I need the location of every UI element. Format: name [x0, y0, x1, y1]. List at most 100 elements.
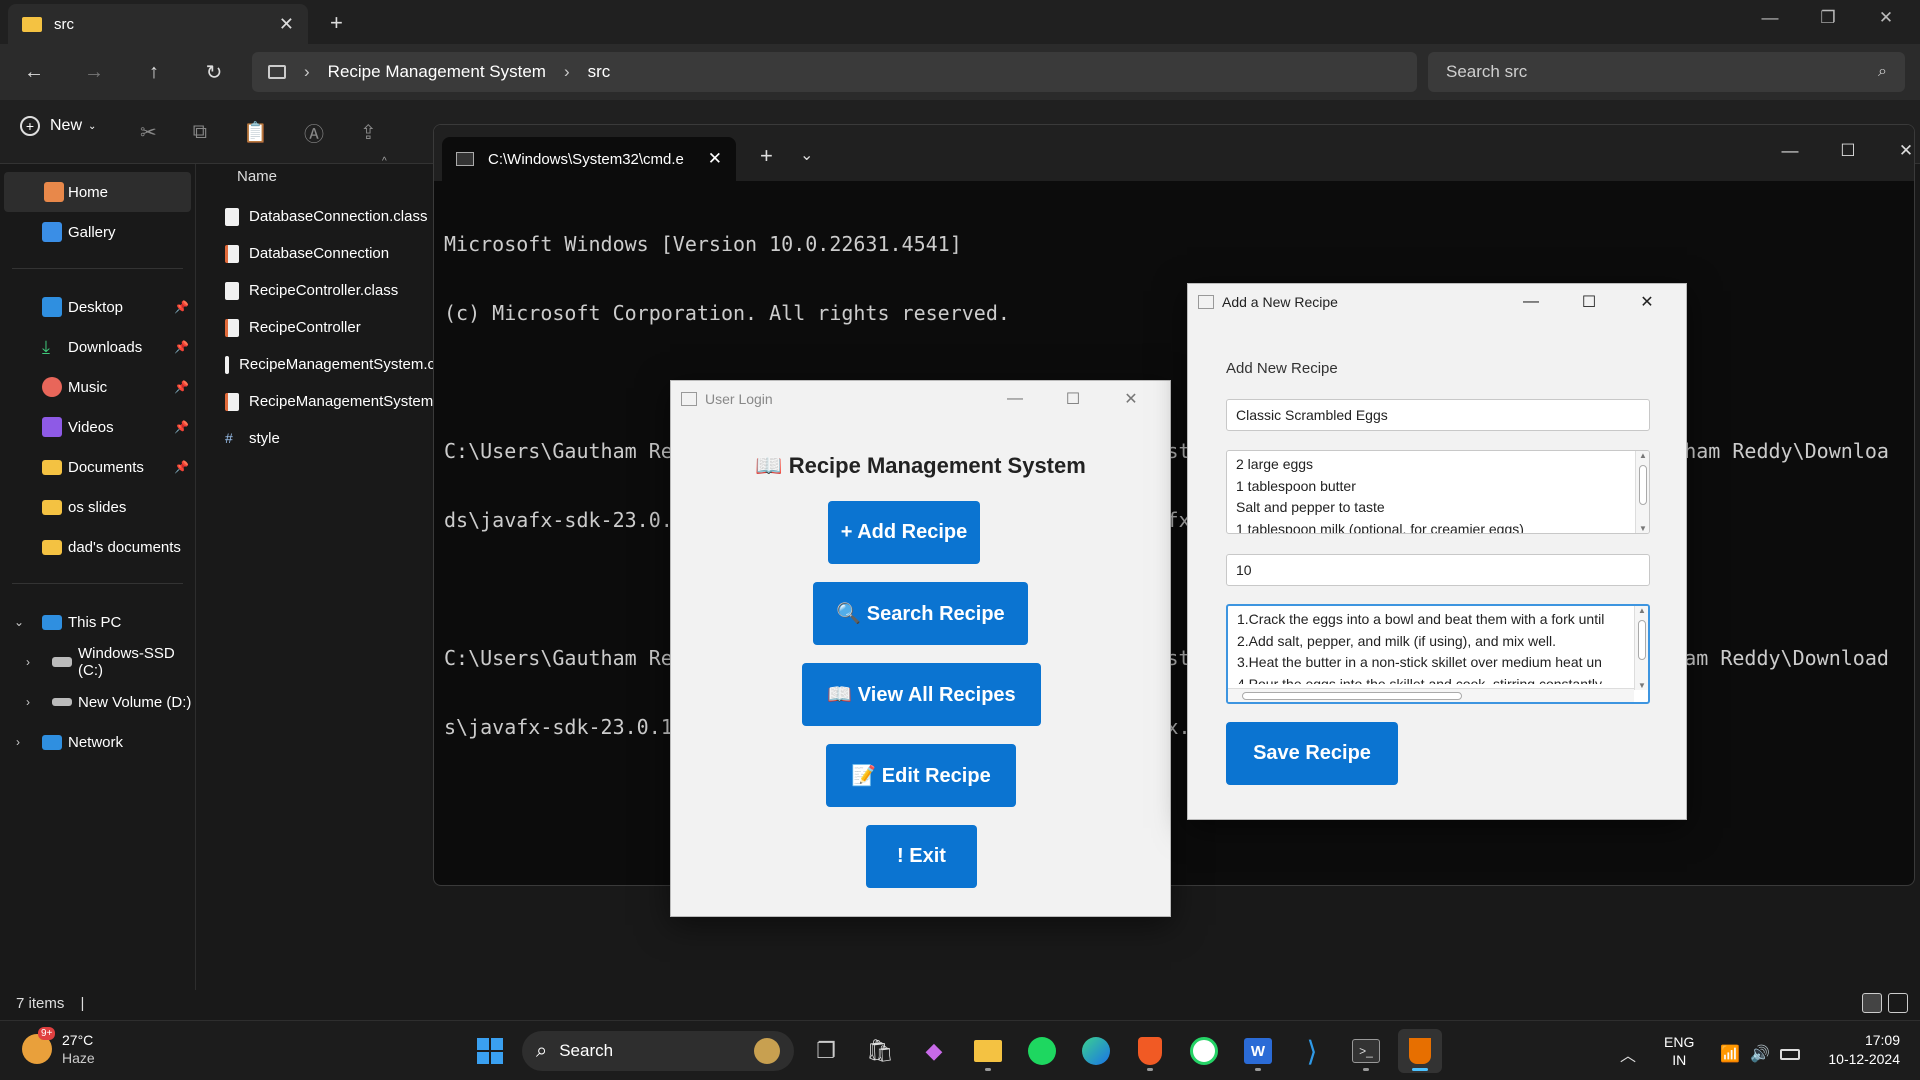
- save-recipe-button[interactable]: Save Recipe: [1226, 722, 1398, 785]
- minimize-icon[interactable]: —: [986, 390, 1044, 408]
- pin-icon[interactable]: 📌: [174, 380, 189, 394]
- scroll-up-icon[interactable]: ▲: [1635, 606, 1648, 615]
- time-field[interactable]: 10: [1226, 554, 1650, 586]
- list-item[interactable]: DatabaseConnection: [205, 235, 435, 272]
- share-icon[interactable]: ⇪: [360, 120, 377, 145]
- close-icon[interactable]: ✕: [1102, 389, 1160, 409]
- sidebar-item-documents[interactable]: Documents 📌: [0, 447, 195, 487]
- scrollbar-thumb[interactable]: [1638, 620, 1646, 660]
- minimize-icon[interactable]: —: [1770, 141, 1810, 161]
- list-item[interactable]: RecipeManagementSystem.c: [205, 346, 435, 383]
- vertical-scrollbar[interactable]: ▲ ▼: [1635, 451, 1649, 533]
- battery-icon[interactable]: [1780, 1048, 1801, 1060]
- minimize-icon[interactable]: —: [1502, 293, 1560, 311]
- scroll-down-icon[interactable]: ▼: [1635, 681, 1648, 690]
- scrollbar-thumb[interactable]: [1639, 465, 1647, 505]
- chevron-up-icon[interactable]: ︿: [1620, 1042, 1636, 1066]
- cut-icon[interactable]: ✂: [140, 120, 157, 145]
- breadcrumb-item[interactable]: Recipe Management System: [328, 62, 546, 82]
- rename-icon[interactable]: Ⓐ: [304, 118, 324, 147]
- weather-widget[interactable]: 9+ 27°C Haze: [22, 1027, 95, 1067]
- back-arrow-icon[interactable]: ←: [14, 52, 54, 92]
- list-item[interactable]: DatabaseConnection.class: [205, 198, 435, 235]
- terminal-tab[interactable]: C:\Windows\System32\cmd.e ✕: [442, 137, 736, 181]
- language-indicator[interactable]: ENG IN: [1664, 1033, 1694, 1069]
- paste-icon[interactable]: 📋: [243, 120, 268, 145]
- sidebar-item-gallery[interactable]: Gallery: [0, 212, 195, 252]
- sidebar-item-desktop[interactable]: Desktop 📌: [0, 287, 195, 327]
- new-tab-button[interactable]: +: [760, 143, 773, 169]
- list-item[interactable]: # style: [205, 420, 435, 457]
- scroll-up-icon[interactable]: ▲: [1636, 451, 1649, 460]
- clock[interactable]: 17:09 10-12-2024: [1810, 1031, 1900, 1069]
- word-icon[interactable]: W: [1236, 1029, 1280, 1073]
- list-item[interactable]: RecipeController: [205, 309, 435, 346]
- vertical-scrollbar[interactable]: ▲ ▼: [1634, 606, 1648, 690]
- edge-icon[interactable]: [1074, 1029, 1118, 1073]
- close-tab-icon[interactable]: ✕: [708, 149, 722, 169]
- chevron-right-icon[interactable]: ›: [26, 655, 30, 669]
- store-icon[interactable]: 🛍: [858, 1029, 902, 1073]
- search-input[interactable]: Search src ⌕: [1428, 52, 1905, 92]
- task-view-icon[interactable]: ❐: [804, 1029, 848, 1073]
- view-all-recipes-button[interactable]: 📖 View All Recipes: [802, 663, 1041, 726]
- new-tab-button[interactable]: +: [330, 10, 343, 36]
- forward-arrow-icon[interactable]: →: [74, 52, 114, 92]
- maximize-icon[interactable]: ☐: [1560, 292, 1618, 312]
- sidebar-item-c-drive[interactable]: › Windows-SSD (C:): [0, 642, 195, 682]
- tiles-view-icon[interactable]: [1888, 993, 1908, 1013]
- chevron-right-icon[interactable]: ›: [16, 735, 20, 749]
- spotify-icon[interactable]: [1020, 1029, 1064, 1073]
- sidebar-item-downloads[interactable]: ⤓ Downloads 📌: [0, 327, 195, 367]
- horizontal-scrollbar[interactable]: [1228, 688, 1634, 702]
- sidebar-item-d-drive[interactable]: › New Volume (D:): [0, 682, 195, 722]
- instructions-textarea[interactable]: 1.Crack the eggs into a bowl and beat th…: [1226, 604, 1650, 704]
- sidebar-item-videos[interactable]: Videos 📌: [0, 407, 195, 447]
- chevron-right-icon[interactable]: ›: [26, 695, 30, 709]
- sidebar-item-network[interactable]: › Network: [0, 722, 195, 762]
- start-icon[interactable]: [468, 1029, 512, 1073]
- sidebar-item-this-pc[interactable]: ⌄ This PC: [0, 602, 195, 642]
- refresh-icon[interactable]: ↻: [194, 52, 234, 92]
- maximize-icon[interactable]: ☐: [1044, 389, 1102, 409]
- column-header-name[interactable]: Name: [237, 168, 277, 185]
- exit-button[interactable]: ! Exit: [866, 825, 977, 888]
- vscode-icon[interactable]: ⟩: [1290, 1029, 1334, 1073]
- pin-icon[interactable]: 📌: [174, 460, 189, 474]
- list-item[interactable]: RecipeController.class: [205, 272, 435, 309]
- maximize-icon[interactable]: ☐: [1828, 141, 1868, 161]
- pin-icon[interactable]: 📌: [174, 300, 189, 314]
- up-arrow-icon[interactable]: ↑: [134, 52, 174, 92]
- restore-icon[interactable]: ❐: [1808, 8, 1848, 28]
- brave-icon[interactable]: [1128, 1029, 1172, 1073]
- copilot-icon[interactable]: ◆: [912, 1029, 956, 1073]
- close-icon[interactable]: ✕: [1866, 8, 1906, 28]
- sidebar-item-music[interactable]: Music 📌: [0, 367, 195, 407]
- terminal-icon[interactable]: >_: [1344, 1029, 1388, 1073]
- whatsapp-icon[interactable]: [1182, 1029, 1226, 1073]
- scroll-down-icon[interactable]: ▼: [1636, 524, 1649, 533]
- add-recipe-button[interactable]: + Add Recipe: [828, 501, 980, 564]
- sidebar-item-dads-documents[interactable]: dad's documents: [0, 527, 195, 567]
- close-icon[interactable]: ✕: [1886, 141, 1914, 161]
- sidebar-item-os-slides[interactable]: os slides: [0, 487, 195, 527]
- chevron-down-icon[interactable]: ⌄: [14, 615, 24, 629]
- sidebar-item-home[interactable]: Home: [4, 172, 191, 212]
- close-icon[interactable]: ✕: [1618, 292, 1676, 312]
- chevron-down-icon[interactable]: ⌄: [800, 145, 813, 165]
- file-explorer-icon[interactable]: [966, 1029, 1010, 1073]
- pin-icon[interactable]: 📌: [174, 340, 189, 354]
- ingredients-textarea[interactable]: 2 large eggs 1 tablespoon butter Salt an…: [1226, 450, 1650, 534]
- recipe-name-field[interactable]: Classic Scrambled Eggs: [1226, 399, 1650, 431]
- breadcrumb-item[interactable]: src: [588, 62, 611, 82]
- taskbar-search[interactable]: ⌕ Search: [522, 1031, 794, 1071]
- address-bar[interactable]: › Recipe Management System › src: [252, 52, 1417, 92]
- pin-icon[interactable]: 📌: [174, 420, 189, 434]
- minimize-icon[interactable]: —: [1750, 8, 1790, 28]
- search-recipe-button[interactable]: 🔍 Search Recipe: [813, 582, 1028, 645]
- edit-recipe-button[interactable]: 📝 Edit Recipe: [826, 744, 1016, 807]
- details-view-icon[interactable]: [1862, 993, 1882, 1013]
- copy-icon[interactable]: ⧉: [193, 121, 207, 144]
- scrollbar-thumb[interactable]: [1242, 692, 1462, 700]
- volume-icon[interactable]: 🔊: [1750, 1044, 1770, 1064]
